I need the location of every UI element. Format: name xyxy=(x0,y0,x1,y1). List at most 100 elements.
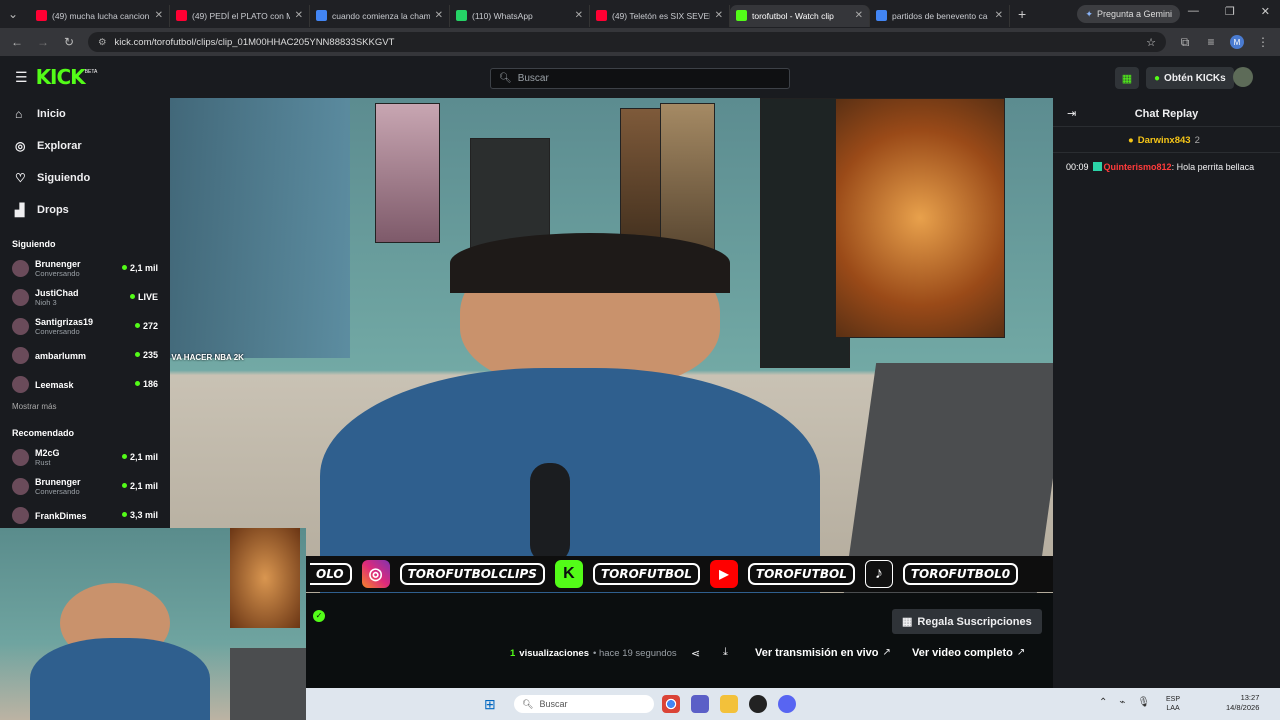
close-window-icon[interactable]: ✕ xyxy=(1261,5,1270,18)
forward-icon[interactable]: → xyxy=(36,35,50,49)
browser-tab[interactable]: (110) WhatsApp ✕ xyxy=(450,4,590,27)
tab-list-chevron-icon[interactable]: ⌄ xyxy=(6,7,20,21)
gift-icon[interactable]: ▦ xyxy=(1115,67,1139,89)
clock[interactable]: 13:27 14/8/2026 xyxy=(1226,693,1259,713)
get-kicks-button[interactable]: ● Obtén KICKs xyxy=(1146,67,1234,89)
avatar xyxy=(12,478,29,495)
user-avatar[interactable] xyxy=(1233,67,1253,87)
browser-tab[interactable]: torofutbol - Watch clip ✕ xyxy=(730,4,870,27)
channel-name: Brunenger xyxy=(35,477,81,487)
sidebar-nav-siguiendo[interactable]: ♡ Siguiendo xyxy=(0,162,170,194)
viewer-count: 2,1 mil xyxy=(122,263,158,273)
taskbar-search-input[interactable]: 🔍︎ Buscar xyxy=(514,695,654,713)
extensions-icon[interactable]: ⧉ xyxy=(1178,35,1192,50)
sidebar-channel[interactable]: Leemask 186 xyxy=(0,370,170,399)
hamburger-menu-icon[interactable]: ☰ xyxy=(15,69,28,86)
site-info-icon[interactable]: ⚙ xyxy=(98,37,107,48)
browser-menu-icon[interactable]: ⋮ xyxy=(1256,35,1270,49)
channel-name: Brunenger xyxy=(35,259,81,269)
chrome-icon[interactable] xyxy=(662,695,680,713)
tab-favicon-icon xyxy=(176,10,187,21)
chat-message: 00:09 Quinterismo812: Hola perrita bellac… xyxy=(1066,162,1255,172)
viewer-count: LIVE xyxy=(130,292,158,302)
search-input[interactable]: 🔍︎ Buscar xyxy=(490,68,790,89)
network-icon[interactable]: ⌁ xyxy=(1119,697,1125,708)
show-more-link[interactable]: Mostrar más xyxy=(0,399,170,415)
channel-category: Conversando xyxy=(35,327,80,336)
url-field[interactable]: ⚙ kick.com/torofutbol/clips/clip_01M00HH… xyxy=(88,32,1166,52)
stream-banner: OLO ◎ TOROFUTBOLCLIPS K TOROFUTBOL ▶ TOR… xyxy=(306,556,1053,592)
kick-logo[interactable]: KICK xyxy=(36,65,86,89)
mic-icon[interactable]: 🎙︎ xyxy=(1137,697,1150,708)
browser-tab[interactable]: cuando comienza la cham ✕ xyxy=(310,4,450,27)
close-tab-icon[interactable]: ✕ xyxy=(295,10,303,21)
start-button-icon[interactable]: ⊞ xyxy=(484,696,496,713)
sidebar-channel[interactable]: Brunenger Conversando 2,1 mil xyxy=(0,254,170,283)
reading-list-icon[interactable]: ≡ xyxy=(1204,35,1218,49)
new-tab-button[interactable]: + xyxy=(1018,6,1026,22)
gift-box-icon: ▦ xyxy=(902,616,913,628)
download-icon[interactable]: ⤓ xyxy=(723,646,728,659)
watch-full-video-link[interactable]: Ver video completo ↗ xyxy=(912,647,1025,659)
discord-icon[interactable] xyxy=(778,695,796,713)
tab-favicon-icon xyxy=(596,10,607,21)
banner-label-2: TOROFUTBOL xyxy=(592,563,700,585)
browser-tab[interactable]: (49) PEDÍ el PLATO con M ✕ xyxy=(170,4,310,27)
avatar xyxy=(12,507,29,524)
video-player[interactable]: Baltric77: EEEEEEEEEEEmalnomelorquevinh:… xyxy=(170,98,1053,593)
pip-monitor xyxy=(230,648,306,720)
bookmark-star-icon[interactable]: ☆ xyxy=(1146,36,1156,49)
sidebar-channel[interactable]: Brunenger Conversando 2,1 mil xyxy=(0,472,170,501)
sidebar-nav-drops[interactable]: ▟ Drops xyxy=(0,194,170,226)
close-tab-icon[interactable]: ✕ xyxy=(855,10,863,21)
viewer-count: 272 xyxy=(135,321,158,331)
file-explorer-icon[interactable] xyxy=(720,695,738,713)
microphone xyxy=(530,463,570,563)
avatar xyxy=(12,347,29,364)
avatar xyxy=(12,260,29,277)
close-tab-icon[interactable]: ✕ xyxy=(435,10,443,21)
overlay-chat-line: Baltric77: EEEEEEEEEEE xyxy=(170,341,330,352)
tray-chevron-icon[interactable]: ⌃ xyxy=(1099,697,1107,708)
banner-label-4: TOROFUTBOL0 xyxy=(902,563,1019,585)
pip-poster xyxy=(230,528,300,628)
following-section-title: Siguiendo xyxy=(12,239,56,249)
share-icon[interactable]: ⋖ xyxy=(691,647,700,660)
watch-live-link[interactable]: Ver transmisión en vivo ↗ xyxy=(755,647,891,659)
channel-category: Nioh 3 xyxy=(35,298,57,307)
minimize-icon[interactable]: — xyxy=(1188,5,1199,18)
sidebar-nav-explorar[interactable]: ◎ Explorar xyxy=(0,130,170,162)
maximize-icon[interactable]: ❐ xyxy=(1225,5,1235,18)
banner-partial-label: OLO xyxy=(310,563,352,585)
sidebar-channel[interactable]: M2cG Rust 2,1 mil xyxy=(0,443,170,472)
app-icon[interactable] xyxy=(749,695,767,713)
webcam-pip xyxy=(0,528,306,720)
profile-avatar[interactable]: M xyxy=(1230,35,1244,49)
gemini-button[interactable]: ✦ Pregunta a Gemini xyxy=(1077,5,1180,23)
sidebar-channel[interactable]: Santigrizas19 Conversando 272 xyxy=(0,312,170,341)
sidebar-channel[interactable]: ambarlumm 235 xyxy=(0,341,170,370)
browser-tab[interactable]: (49) Teletón es SIX SEVEN ✕ xyxy=(590,4,730,27)
close-tab-icon[interactable]: ✕ xyxy=(715,10,723,21)
close-tab-icon[interactable]: ✕ xyxy=(575,10,583,21)
gift-subs-button[interactable]: ▦ Regala Suscripciones xyxy=(892,609,1042,634)
overlay-chat-line: https://x.com/NBA2KMovement/status/... xyxy=(170,363,330,374)
browser-tab[interactable]: (49) mucha lucha cancion ✕ xyxy=(30,4,170,27)
sidebar-channel[interactable]: FrankDimes 3,3 mil xyxy=(0,501,170,528)
channel-name: Santigrizas19 xyxy=(35,317,94,327)
close-tab-icon[interactable]: ✕ xyxy=(995,10,1003,21)
sidebar: ⌂ Inicio ◎ Explorar ♡ Siguiendo ▟ Drops Siguien… xyxy=(0,98,170,528)
chat-username[interactable]: Quinterismo812 xyxy=(1104,162,1172,172)
pip-shirt xyxy=(30,638,210,720)
browser-tab[interactable]: partidos de benevento ca ✕ xyxy=(870,4,1010,27)
language-indicator[interactable]: ESP LAA xyxy=(1166,695,1180,713)
close-tab-icon[interactable]: ✕ xyxy=(155,10,163,21)
back-icon[interactable]: ← xyxy=(10,35,24,49)
verified-icon: ✓ xyxy=(313,610,325,622)
teams-icon[interactable] xyxy=(691,695,709,713)
reload-icon[interactable]: ↻ xyxy=(62,35,76,49)
sidebar-channel[interactable]: JustiChad Nioh 3 LIVE xyxy=(0,283,170,312)
tab-favicon-icon xyxy=(316,10,327,21)
sidebar-nav-inicio[interactable]: ⌂ Inicio xyxy=(0,98,170,130)
viewer-count: 2,1 mil xyxy=(122,481,158,491)
